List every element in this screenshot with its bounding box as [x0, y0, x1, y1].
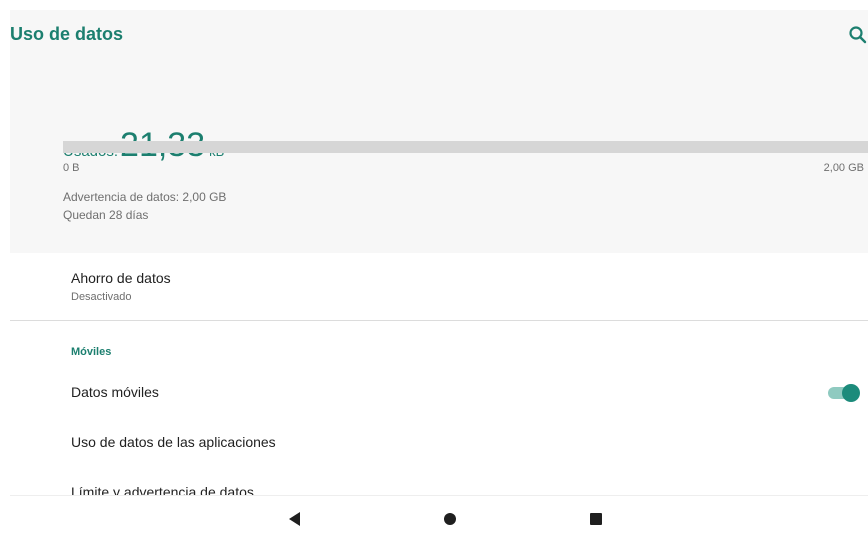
back-triangle-icon — [289, 512, 300, 526]
data-saver-summary: Desactivado — [71, 291, 132, 303]
app-data-usage-label: Uso de datos de las aplicaciones — [71, 434, 276, 450]
divider — [10, 320, 868, 321]
app-bar: Uso de datos — [10, 10, 868, 66]
toggle-thumb — [842, 384, 860, 402]
data-saver-item[interactable]: Ahorro de datos Desactivado — [10, 253, 868, 319]
data-limit-warning-label: Límite y advertencia de datos — [71, 484, 254, 495]
data-saver-title: Ahorro de datos — [71, 270, 171, 286]
search-button[interactable] — [848, 24, 868, 46]
usage-summary: Usados:21,33kB 0 B 2,00 GB Advertencia d… — [10, 66, 868, 253]
usage-progress-bar — [63, 141, 868, 153]
recents-square-icon — [590, 513, 602, 525]
nav-back-button[interactable] — [280, 504, 310, 534]
data-warning-text: Advertencia de datos: 2,00 GB — [63, 190, 227, 204]
usage-bar-min-label: 0 B — [63, 162, 80, 174]
home-circle-icon — [444, 513, 456, 525]
usage-bar-max-label: 2,00 GB — [823, 162, 864, 174]
data-limit-warning-item[interactable]: Límite y advertencia de datos — [10, 470, 868, 495]
mobile-data-toggle[interactable] — [828, 384, 860, 402]
app-data-usage-item[interactable]: Uso de datos de las aplicaciones — [10, 420, 868, 464]
mobile-data-label: Datos móviles — [71, 384, 159, 400]
app-title: Uso de datos — [10, 24, 124, 44]
navigation-bar — [10, 495, 868, 540]
days-left-text: Quedan 28 días — [63, 208, 149, 222]
mobile-data-item[interactable]: Datos móviles — [10, 370, 868, 414]
search-icon — [849, 26, 867, 44]
nav-home-button[interactable] — [435, 504, 465, 534]
section-header-mobile: Móviles — [71, 346, 112, 358]
nav-recents-button[interactable] — [581, 504, 611, 534]
screen: Uso de datos Usados:21,33kB 0 B 2,00 GB … — [0, 0, 868, 540]
